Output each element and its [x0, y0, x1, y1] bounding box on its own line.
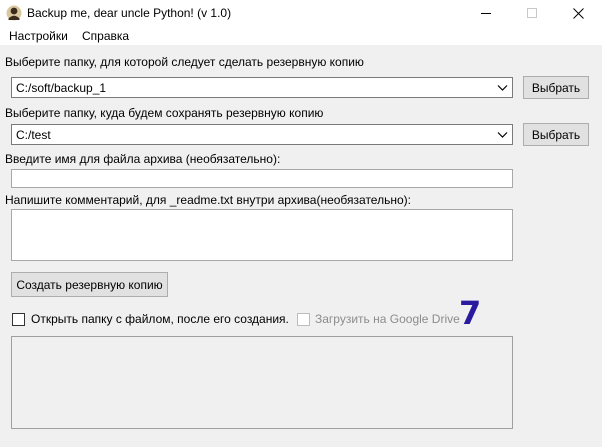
close-button[interactable]	[555, 0, 601, 26]
select-destination-button[interactable]: Выбрать	[523, 123, 589, 146]
source-folder-value: C:/soft/backup_1	[16, 81, 107, 95]
minimize-icon	[481, 13, 491, 14]
window-title: Backup me, dear uncle Python! (v 1.0)	[27, 6, 232, 20]
maximize-button[interactable]	[509, 0, 555, 26]
menu-settings[interactable]: Настройки	[9, 29, 68, 43]
destination-folder-label: Выберите папку, куда будем сохранять рез…	[5, 106, 324, 120]
comment-label: Напишите комментарий, для _readme.txt вн…	[5, 193, 411, 207]
maximize-icon	[527, 8, 537, 18]
open-folder-label[interactable]: Открыть папку с файлом, после его создан…	[31, 312, 289, 326]
comment-textarea[interactable]	[11, 209, 513, 261]
output-area	[11, 336, 513, 429]
python-app-icon	[6, 5, 22, 21]
select-source-button[interactable]: Выбрать	[523, 76, 589, 99]
menu-help[interactable]: Справка	[82, 29, 129, 43]
source-folder-label: Выберите папку, для которой следует сдел…	[5, 55, 364, 69]
google-drive-label: Загрузить на Google Drive	[315, 312, 460, 326]
destination-folder-value: C:/test	[16, 128, 51, 142]
create-backup-button[interactable]: Создать резервную копию	[11, 272, 168, 297]
destination-folder-combobox[interactable]: C:/test	[11, 124, 513, 145]
close-icon	[572, 7, 584, 19]
archive-name-label: Введите имя для файла архива (необязател…	[5, 152, 281, 166]
archive-name-input[interactable]	[11, 169, 513, 188]
chevron-down-icon	[497, 85, 508, 91]
minimize-button[interactable]	[463, 0, 509, 26]
source-folder-combobox[interactable]: C:/soft/backup_1	[11, 77, 513, 98]
google-drive-checkbox	[297, 313, 310, 326]
chevron-down-icon	[497, 132, 508, 138]
open-folder-checkbox[interactable]	[12, 313, 25, 326]
step-number-annotation: 7	[459, 294, 482, 332]
